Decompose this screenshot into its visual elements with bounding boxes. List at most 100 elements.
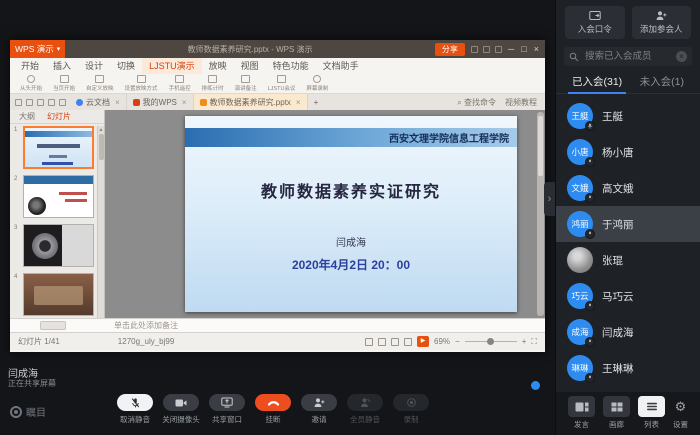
list-view-button[interactable]: 列表 <box>638 396 665 435</box>
tab-joined[interactable]: 已入会(31) <box>572 70 622 94</box>
undo-icon[interactable] <box>48 99 55 106</box>
clear-search-icon[interactable]: × <box>676 51 687 62</box>
tool-label: LJSTU会议 <box>268 84 296 92</box>
ribbon-tool[interactable]: 屏幕录制 <box>306 75 328 92</box>
tab-slides[interactable]: 幻灯片 <box>47 111 71 122</box>
mic-muted-badge-icon <box>585 157 595 167</box>
slide-thumbnail-1[interactable] <box>23 126 94 169</box>
scrollbar-thumb[interactable] <box>538 116 543 176</box>
titlebar-icon[interactable] <box>471 46 478 53</box>
maximize-button[interactable]: □ <box>521 44 526 54</box>
hangup-button[interactable]: 挂断 <box>255 394 291 425</box>
thumbnail-scrollbar[interactable]: ▲ <box>97 126 104 318</box>
menu-tab-plugin-active[interactable]: LJSTU演示 <box>142 58 202 74</box>
close-button[interactable]: × <box>534 44 539 54</box>
notes-pane[interactable]: 单击此处添加备注 <box>10 318 545 332</box>
menu-tab-view[interactable]: 视图 <box>234 58 266 74</box>
search-input[interactable] <box>583 50 676 63</box>
zoom-in-button[interactable]: + <box>522 337 527 346</box>
scrollbar-thumb[interactable] <box>99 134 104 160</box>
ribbon-tool[interactable]: 从头开始 <box>20 75 42 92</box>
titlebar-icon[interactable] <box>483 46 490 53</box>
notes-splitter-handle[interactable] <box>40 321 66 330</box>
member-row[interactable]: 文娥 高文娥 <box>556 170 700 206</box>
notes-placeholder[interactable]: 单击此处添加备注 <box>114 320 178 331</box>
doc-tab-mywps[interactable]: 我的WPS × <box>127 94 194 110</box>
member-row[interactable]: 巧云 马巧云 <box>556 278 700 314</box>
minimize-button[interactable]: ─ <box>508 44 514 54</box>
video-tutorial-link[interactable]: 视频教程 <box>505 97 537 108</box>
new-tab-button[interactable]: + <box>308 98 325 107</box>
avatar: 巧云 <box>567 283 593 309</box>
ribbon-tool[interactable]: 设置放映方式 <box>125 75 158 92</box>
slide-thumbnail-4[interactable] <box>23 273 94 316</box>
slide-thumbnail-3[interactable] <box>23 224 94 267</box>
ribbon-tool[interactable]: 自定义放映 <box>86 75 114 92</box>
redo-icon[interactable] <box>59 99 66 106</box>
current-slide[interactable]: 西安文理学院信息工程学院 教师数据素养实证研究 闫成海 2020年4月2日 20… <box>185 116 517 312</box>
tool-icon <box>277 75 286 83</box>
invite-button[interactable]: 邀请 <box>301 394 337 425</box>
settings-button[interactable]: ⚙ 设置 <box>673 396 688 435</box>
menu-tab-insert[interactable]: 插入 <box>46 58 78 74</box>
close-tab-icon[interactable]: × <box>115 98 120 107</box>
close-tab-icon[interactable]: × <box>182 98 187 107</box>
play-slideshow-button[interactable]: ▶ <box>417 336 429 347</box>
ribbon-tool[interactable]: 演讲备注 <box>235 75 257 92</box>
member-row[interactable]: 王艇 王艇 <box>556 98 700 134</box>
sidebar-collapse-handle[interactable]: › <box>544 182 555 216</box>
member-search-box[interactable]: × <box>564 47 692 66</box>
notes-toggle-icon[interactable] <box>365 338 373 346</box>
quick-access-icon[interactable] <box>26 99 33 106</box>
slide-sorter-icon[interactable] <box>391 338 399 346</box>
member-row[interactable]: 小唐 杨小唐 <box>556 134 700 170</box>
unmute-button[interactable]: 取消静音 <box>117 394 153 425</box>
canvas-scrollbar[interactable] <box>537 112 544 316</box>
normal-view-icon[interactable] <box>378 338 386 346</box>
zoom-slider-handle[interactable] <box>487 338 494 345</box>
chat-bubble-icon[interactable] <box>531 381 540 390</box>
menu-tab-slideshow[interactable]: 放映 <box>202 58 234 74</box>
quick-access-icon[interactable] <box>15 99 22 106</box>
menu-tab-features[interactable]: 特色功能 <box>266 58 316 74</box>
zoom-slider[interactable] <box>465 341 517 342</box>
member-row-highlighted[interactable]: 鸿丽 于鸿丽 <box>556 206 700 242</box>
share-window-button[interactable]: 共享窗口 <box>209 394 245 425</box>
wps-logo-menu[interactable]: WPS 演示 ▾ <box>10 40 65 58</box>
member-row[interactable]: 成海 闫成海 <box>556 314 700 350</box>
menu-tab-home[interactable]: 开始 <box>14 58 46 74</box>
zoom-out-button[interactable]: − <box>455 337 460 346</box>
close-tab-icon[interactable]: × <box>296 98 301 107</box>
find-command-link[interactable]: ⌕ 查找命令 <box>457 97 496 108</box>
ribbon-tool[interactable]: 排练计时 <box>202 75 224 92</box>
button-label: 入会口令 <box>578 23 612 35</box>
ribbon-tool[interactable]: LJSTU会议 <box>268 75 296 92</box>
ribbon-tool[interactable]: 手机遥控 <box>169 75 191 92</box>
gallery-view-button[interactable]: 画廊 <box>603 396 630 435</box>
reading-view-icon[interactable] <box>404 338 412 346</box>
meeting-code-button[interactable]: 入会口令 <box>565 6 625 39</box>
add-participant-button[interactable]: 添加参会人 <box>632 6 692 39</box>
speaker-view-button[interactable]: 发言 <box>568 396 595 435</box>
tab-not-joined[interactable]: 未入会(1) <box>640 70 684 94</box>
camera-off-button[interactable]: 关闭摄像头 <box>163 394 199 425</box>
menu-tab-design[interactable]: 设计 <box>78 58 110 74</box>
fit-slide-icon[interactable]: ⛶ <box>531 337 537 347</box>
menu-tab-assistant[interactable]: 文档助手 <box>316 58 366 74</box>
doc-tab-current[interactable]: 教师数据素养研究.pptx × <box>194 94 308 110</box>
tab-outline[interactable]: 大纲 <box>19 111 35 122</box>
doc-tab-cloud[interactable]: 云文档 × <box>70 94 127 110</box>
member-row[interactable]: 琳琳 王琳琳 <box>556 350 700 386</box>
quick-access-icon[interactable] <box>37 99 44 106</box>
menu-tab-transition[interactable]: 切换 <box>110 58 142 74</box>
titlebar-icon[interactable] <box>495 46 502 53</box>
record-button[interactable]: 录制 <box>393 394 429 425</box>
slide-thumbnail-2[interactable] <box>23 175 94 218</box>
camera-icon <box>163 394 199 411</box>
scroll-up-icon[interactable]: ▲ <box>98 126 104 134</box>
share-button[interactable]: 分享 <box>435 43 465 56</box>
member-row[interactable]: 张琨 <box>556 242 700 278</box>
tool-icon <box>27 75 35 83</box>
mute-all-button[interactable]: 全员静音 <box>347 394 383 425</box>
ribbon-tool[interactable]: 当页开始 <box>53 75 75 92</box>
